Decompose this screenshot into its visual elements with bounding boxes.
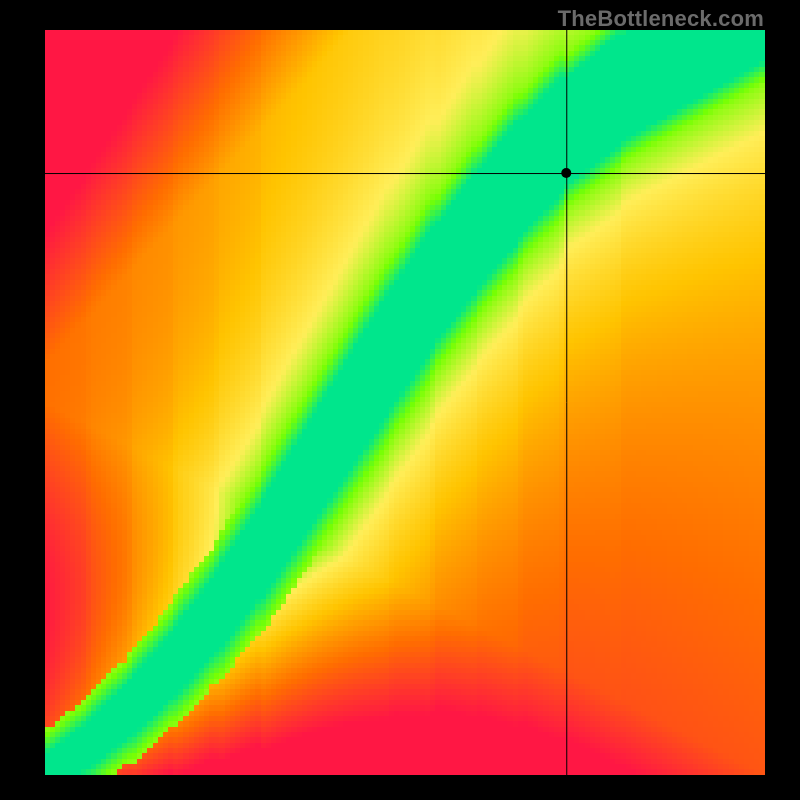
chart-container: TheBottleneck.com bbox=[0, 0, 800, 800]
watermark-text: TheBottleneck.com bbox=[558, 6, 764, 32]
bottleneck-heatmap bbox=[45, 30, 765, 775]
